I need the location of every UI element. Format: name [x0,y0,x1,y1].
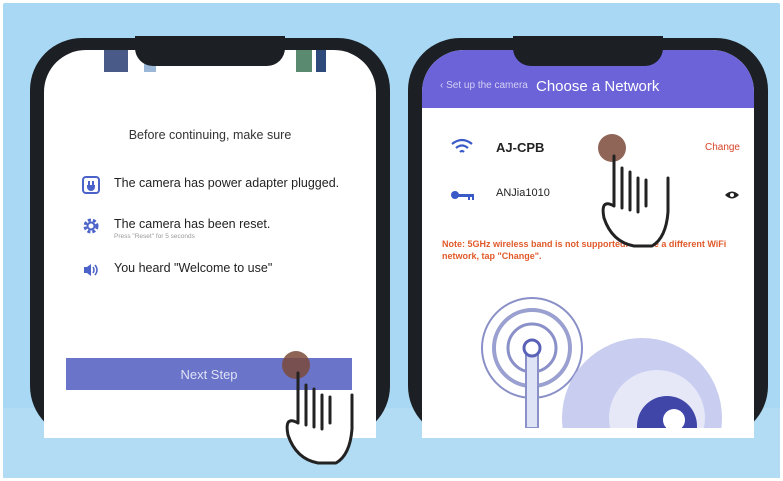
checklist-item-voice: You heard "Welcome to use" [82,261,272,279]
tapping-hand-icon [598,134,670,248]
phone-notch [513,36,663,66]
instruction-scene: Before continuing, make sure The camera … [0,0,783,481]
top-decoration [316,50,326,72]
checklist-item-power: The camera has power adapter plugged. [82,176,339,194]
right-phone: ‹ Set up the camera Choose a Network AJ-… [408,36,768,438]
chevron-left-icon: ‹ [440,80,444,91]
page-title: Choose a Network [536,78,660,95]
back-button[interactable]: ‹ Set up the camera [440,80,528,91]
back-label: Set up the camera [446,80,528,91]
checklist-item-text: You heard "Welcome to use" [114,261,273,275]
wifi-ssid: AJ-CPB [496,140,545,155]
key-icon [450,188,476,207]
phone-notch [135,36,285,66]
wifi-password-field[interactable]: ANJia1010 [496,187,550,199]
camera-illustration [481,297,722,428]
change-network-link[interactable]: Change [705,142,740,153]
checklist-item-text: The camera has power adapter plugged. [114,176,340,190]
top-decoration [104,50,128,72]
plug-icon [82,176,100,194]
checklist-item-reset: The camera has been reset. Press "Reset"… [82,217,270,240]
right-phone-screen: ‹ Set up the camera Choose a Network AJ-… [422,50,754,438]
checklist-item-subtext: Press "Reset" for 5 seconds [114,233,195,240]
speaker-icon [82,261,100,279]
tapping-hand-icon [282,351,354,465]
gear-icon [82,217,100,235]
top-decoration [296,50,312,72]
checklist-item-text: The camera has been reset. [114,217,271,231]
wifi-icon [450,138,474,161]
checklist-title: Before continuing, make sure [128,128,292,142]
eye-icon[interactable] [724,188,740,206]
